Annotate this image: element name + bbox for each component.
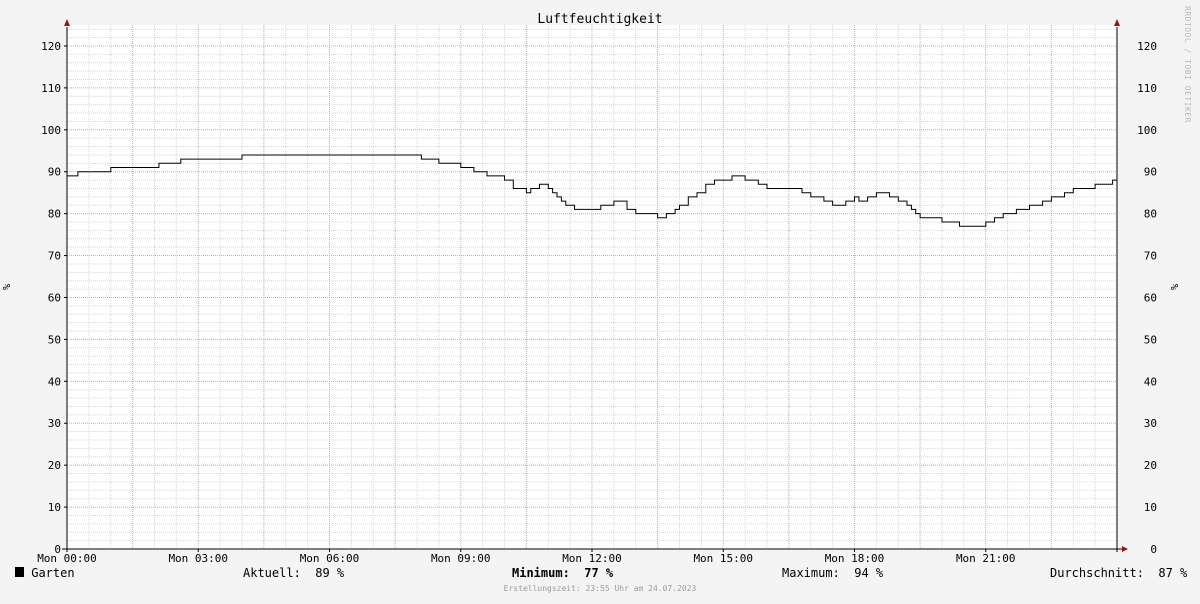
x-tick-label: Mon 12:00 — [562, 552, 622, 565]
legend-label: Garten — [31, 566, 75, 580]
legend-swatch — [15, 567, 24, 577]
y-axis-label-right: % — [1170, 284, 1181, 290]
y-tick-label-left: 80 — [48, 208, 61, 221]
stat-average: Durchschnitt: 87 % — [1050, 566, 1188, 580]
y-axis-right: 0 10 20 30 40 50 60 70 80 90 100 110 120 — [1137, 40, 1157, 556]
y-axis-left: 0102030405060708090100110120 — [41, 40, 67, 556]
x-tick-label: Mon 06:00 — [300, 552, 360, 565]
stat-minimum: Minimum: 77 % — [512, 566, 613, 580]
x-tick-label: Mon 00:00 — [37, 552, 97, 565]
x-axis-arrow — [1122, 546, 1128, 552]
y-tick-label-right: 30 — [1144, 417, 1157, 430]
y-tick-label-right: 40 — [1144, 375, 1157, 388]
y-tick-label-right: 110 — [1137, 82, 1157, 95]
y-tick-label-left: 20 — [48, 459, 61, 472]
y-tick-label-right: 120 — [1137, 40, 1157, 53]
x-tick-label: Mon 18:00 — [825, 552, 885, 565]
y-tick-label-right: 60 — [1144, 291, 1157, 304]
y-tick-label-left: 50 — [48, 333, 61, 346]
x-tick-label: Mon 03:00 — [168, 552, 228, 565]
x-tick-label: Mon 15:00 — [693, 552, 753, 565]
stat-maximum: Maximum: 94 % — [782, 566, 884, 580]
y-tick-label-left: 30 — [48, 417, 61, 430]
y-tick-label-left: 110 — [41, 82, 61, 95]
y-tick-label-left: 40 — [48, 375, 61, 388]
watermark: RRDTOOL / TOBI OETIKER — [1183, 6, 1192, 123]
y-tick-label-right: 0 — [1150, 543, 1157, 556]
y-tick-label-right: 70 — [1144, 250, 1157, 263]
y-tick-label-left: 100 — [41, 124, 61, 137]
y-tick-label-right: 100 — [1137, 124, 1157, 137]
credit-line: Erstellungszeit: 23:55 Uhr am 24.07.2023 — [503, 584, 697, 593]
y-tick-label-left: 120 — [41, 40, 61, 53]
stat-minimum-text: Minimum: 77 % — [512, 566, 614, 580]
legend-item-garten: Garten — [15, 566, 75, 580]
y-tick-label-right: 90 — [1144, 166, 1157, 179]
y-axis-arrow-left — [64, 19, 70, 26]
y-tick-label-left: 60 — [48, 291, 61, 304]
y-tick-label-left: 10 — [48, 501, 61, 514]
chart-title: Luftfeuchtigkeit — [537, 12, 662, 27]
y-tick-label-right: 50 — [1144, 333, 1157, 346]
x-axis: Mon 00:00 Mon 03:00 Mon 06:00 Mon 09:00 Mon … — [37, 549, 1016, 565]
chart-frame: Luftfeuchtigkeit 0 10 20 30 40 50 60 70 80 90 100 1… — [0, 0, 1200, 600]
x-tick-label: Mon 09:00 — [431, 552, 491, 565]
stat-current: Aktuell: 89 % — [243, 566, 345, 580]
x-tick-label: Mon 21:00 — [956, 552, 1016, 565]
legend-footer: Garten Aktuell: 89 % Minimum: 77 % Maxim… — [0, 566, 1200, 586]
humidity-chart: Luftfeuchtigkeit 0 10 20 30 40 50 60 70 80 90 100 1… — [2, 12, 1181, 565]
y-tick-label-left: 90 — [48, 166, 61, 179]
y-tick-label-right: 10 — [1144, 501, 1157, 514]
y-tick-label-left: 70 — [48, 250, 61, 263]
y-axis-arrow-right — [1114, 19, 1120, 26]
y-tick-label-right: 80 — [1144, 208, 1157, 221]
y-tick-label-right: 20 — [1144, 459, 1157, 472]
y-axis-label-left: % — [2, 284, 13, 290]
